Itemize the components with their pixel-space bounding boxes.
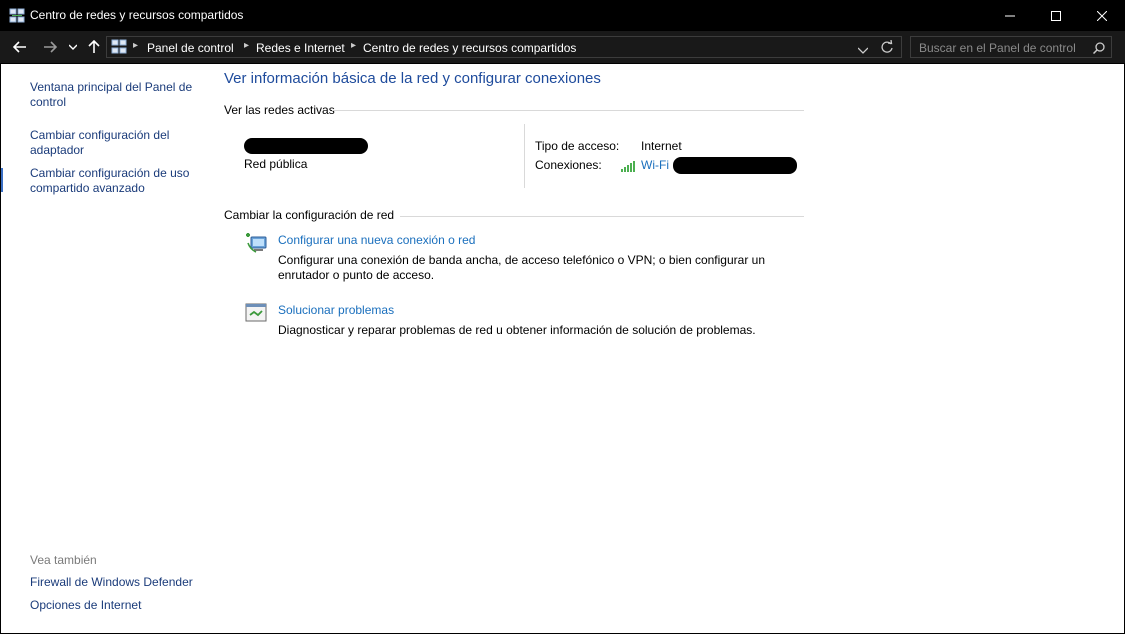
arrow-left-icon xyxy=(13,41,26,53)
wifi-signal-icon xyxy=(621,159,637,177)
troubleshoot-description: Diagnosticar y reparar problemas de red … xyxy=(278,323,756,337)
troubleshoot-icon[interactable] xyxy=(244,301,268,330)
wifi-connection-link[interactable]: Wi-Fi xyxy=(641,158,669,172)
access-type-label: Tipo de acceso: xyxy=(535,139,620,153)
change-settings-heading: Cambiar la configuración de red xyxy=(224,208,395,222)
up-button[interactable] xyxy=(86,37,102,57)
refresh-icon xyxy=(881,39,893,53)
access-type-value: Internet xyxy=(641,139,682,153)
breadcrumb-separator-icon[interactable]: ▸ xyxy=(351,40,356,51)
minimize-icon xyxy=(1005,15,1015,16)
setup-new-connection-link[interactable]: Configurar una nueva conexión o red xyxy=(278,233,475,247)
breadcrumb-separator-icon[interactable]: ▸ xyxy=(244,40,249,51)
breadcrumb-separator-icon[interactable]: ▸ xyxy=(133,40,138,51)
control-panel-icon xyxy=(111,39,127,55)
sidebar: Ventana principal del Panel de control C… xyxy=(1,64,220,633)
section-divider xyxy=(332,110,804,111)
search-icon[interactable] xyxy=(1092,41,1105,59)
close-button[interactable] xyxy=(1079,0,1125,31)
maximize-icon xyxy=(1051,10,1061,21)
address-bar[interactable]: ▸ Panel de control ▸ Redes e Internet ▸ … xyxy=(106,36,902,58)
redacted-network-name xyxy=(244,138,368,154)
close-icon xyxy=(1097,10,1107,21)
recent-locations-button[interactable] xyxy=(66,37,80,57)
breadcrumb-current[interactable]: Centro de redes y recursos compartidos xyxy=(363,41,576,55)
sidebar-focus-marker xyxy=(1,168,3,192)
address-dropdown-button[interactable] xyxy=(857,41,869,59)
sidebar-link-control-panel-home[interactable]: Ventana principal del Panel de control xyxy=(30,80,205,110)
window: Centro de redes y recursos compartidos ▸… xyxy=(0,0,1125,634)
breadcrumb-redes-e-internet[interactable]: Redes e Internet xyxy=(256,41,345,55)
title-bar[interactable]: Centro de redes y recursos compartidos xyxy=(0,0,1125,31)
search-box[interactable]: Buscar en el Panel de control xyxy=(910,36,1112,58)
active-networks-heading: Ver las redes activas xyxy=(224,103,335,117)
sidebar-link-firewall[interactable]: Firewall de Windows Defender xyxy=(30,575,205,590)
main-panel: Ver información básica de la red y confi… xyxy=(220,64,1124,633)
vertical-divider xyxy=(524,124,525,188)
connections-label: Conexiones: xyxy=(535,158,602,172)
chevron-down-icon xyxy=(69,44,77,50)
redacted-ssid xyxy=(673,157,797,174)
page-title: Ver información básica de la red y confi… xyxy=(224,70,601,87)
arrow-up-icon xyxy=(88,40,100,53)
troubleshoot-link[interactable]: Solucionar problemas xyxy=(278,303,394,317)
new-connection-icon[interactable] xyxy=(244,231,268,260)
network-center-icon xyxy=(9,8,25,24)
network-type: Red pública xyxy=(244,157,308,171)
refresh-button[interactable] xyxy=(880,39,894,59)
search-placeholder: Buscar en el Panel de control xyxy=(919,41,1076,55)
sidebar-link-advanced-sharing[interactable]: Cambiar configuración de uso compartido … xyxy=(30,166,205,196)
setup-new-connection-description: Configurar una conexión de banda ancha, … xyxy=(278,253,765,282)
minimize-button[interactable] xyxy=(987,0,1033,31)
content-area: Ventana principal del Panel de control C… xyxy=(1,64,1124,633)
arrow-right-icon xyxy=(44,41,57,53)
sidebar-link-internet-options[interactable]: Opciones de Internet xyxy=(30,598,205,613)
chevron-down-icon xyxy=(857,47,869,54)
back-button[interactable] xyxy=(10,37,30,57)
maximize-button[interactable] xyxy=(1033,0,1079,31)
see-also-heading: Vea también xyxy=(30,553,97,567)
section-divider xyxy=(400,216,804,217)
breadcrumb-panel-de-control[interactable]: Panel de control xyxy=(147,41,234,55)
window-title: Centro de redes y recursos compartidos xyxy=(30,8,244,22)
forward-button[interactable] xyxy=(40,37,60,57)
sidebar-link-adapter-settings[interactable]: Cambiar configuración del adaptador xyxy=(30,128,205,158)
